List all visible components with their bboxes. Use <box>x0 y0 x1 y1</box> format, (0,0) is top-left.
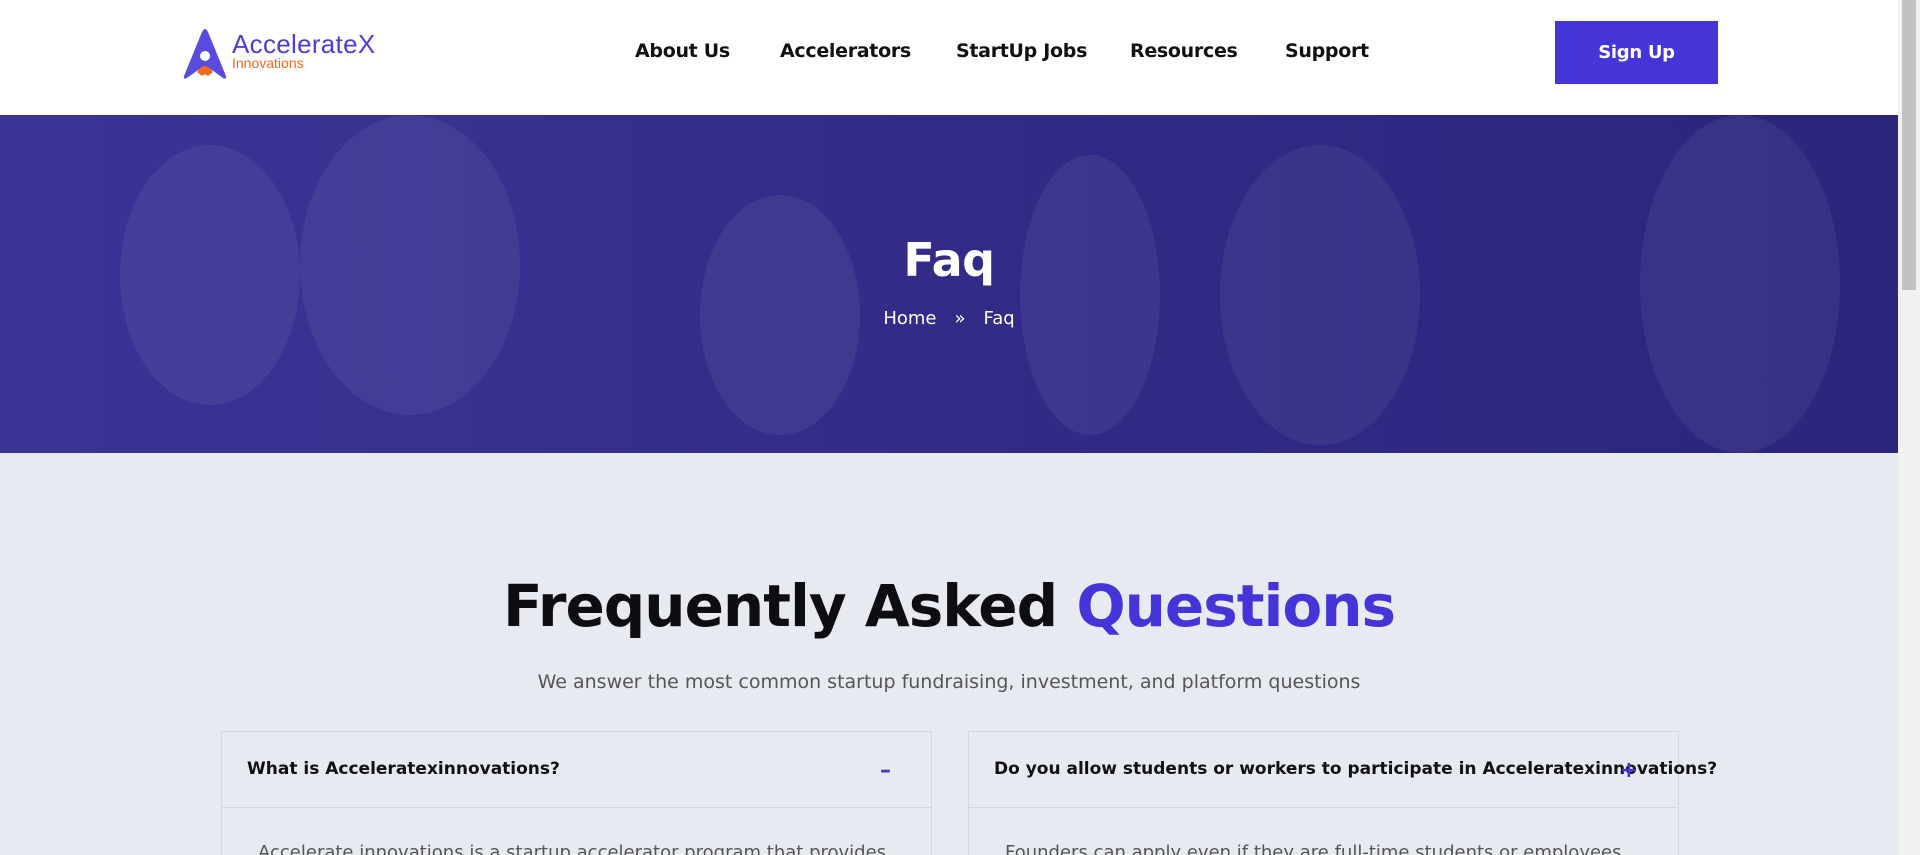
page-title: Faq <box>903 233 995 287</box>
faq-item: Do you allow students or workers to part… <box>968 731 1717 855</box>
scrollbar[interactable] <box>1898 0 1920 855</box>
hero-bg-shape <box>1220 145 1420 445</box>
nav-support[interactable]: Support <box>1285 40 1369 62</box>
collapse-icon[interactable]: – <box>880 758 891 783</box>
nav-resources[interactable]: Resources <box>1130 40 1238 62</box>
nav-accelerators[interactable]: Accelerators <box>780 40 911 62</box>
expand-icon[interactable]: + <box>1620 758 1638 783</box>
section-title-accent: Questions <box>1076 572 1396 640</box>
breadcrumb-home[interactable]: Home <box>883 308 936 329</box>
section-subtitle: We answer the most common startup fundra… <box>537 671 1361 693</box>
breadcrumb-separator-icon: » <box>954 308 966 329</box>
site-header: AccelerateX Innovations About Us Acceler… <box>0 0 1898 115</box>
section-title: Frequently Asked Questions <box>0 572 1898 640</box>
faq-answer: Founders can apply even if they are full… <box>1005 842 1622 855</box>
faq-answer: Accelerate innovations is a startup acce… <box>258 842 887 855</box>
sign-up-button[interactable]: Sign Up <box>1555 21 1718 84</box>
nav-startup-jobs[interactable]: StartUp Jobs <box>956 40 1087 62</box>
faq-question: Do you allow students or workers to part… <box>994 759 1718 779</box>
hero-banner: Faq Home » Faq <box>0 115 1898 453</box>
faq-question-header[interactable]: Do you allow students or workers to part… <box>969 732 1717 808</box>
hero-bg-shape <box>1020 155 1160 435</box>
breadcrumb-current: Faq <box>983 308 1015 329</box>
faq-item: What is Acceleratexinnovations? – Accele… <box>221 731 932 855</box>
faq-question-header[interactable]: What is Acceleratexinnovations? – <box>222 732 931 808</box>
section-title-main: Frequently Asked <box>502 572 1077 640</box>
scrollbar-thumb[interactable] <box>1902 0 1916 290</box>
nav-about-us[interactable]: About Us <box>635 40 730 62</box>
faq-question: What is Acceleratexinnovations? <box>247 759 560 779</box>
breadcrumb: Home » Faq <box>0 308 1898 329</box>
